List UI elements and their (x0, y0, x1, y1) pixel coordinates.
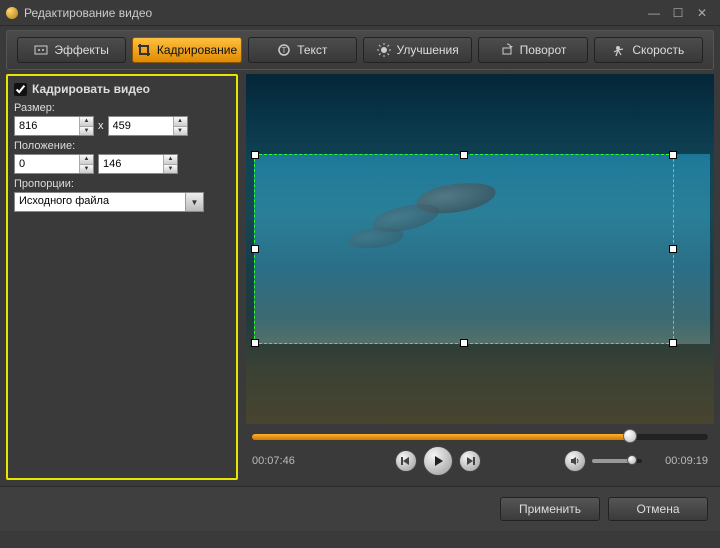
titlebar: Редактирование видео — ☐ ✕ (0, 0, 720, 26)
tab-effects[interactable]: Эффекты (17, 37, 126, 63)
next-button[interactable] (459, 450, 481, 472)
maximize-button[interactable]: ☐ (666, 6, 690, 20)
volume-icon (570, 456, 580, 466)
seek-track[interactable] (252, 434, 708, 440)
size-height-input[interactable] (109, 117, 173, 135)
tab-label: Улучшения (397, 43, 459, 57)
pos-x-spinner[interactable]: ▲▼ (14, 154, 94, 174)
volume-fill (592, 459, 632, 463)
time-current: 00:07:46 (252, 455, 312, 467)
close-button[interactable]: ✕ (690, 6, 714, 20)
play-button[interactable] (423, 446, 453, 476)
minimize-button[interactable]: — (642, 6, 666, 20)
enhance-icon (377, 43, 391, 57)
tab-label: Эффекты (54, 43, 109, 57)
crop-icon (137, 43, 151, 57)
crop-dim (710, 154, 714, 344)
crop-panel: Кадрировать видео Размер: ▲▼ x ▲▼ Положе… (6, 74, 238, 480)
window-title: Редактирование видео (24, 6, 642, 20)
spin-down-icon[interactable]: ▼ (174, 127, 187, 136)
volume-thumb[interactable] (627, 455, 637, 465)
chevron-down-icon[interactable]: ▼ (185, 193, 203, 211)
apply-button[interactable]: Применить (500, 497, 600, 521)
size-width-spinner[interactable]: ▲▼ (14, 116, 94, 136)
crop-dim (246, 74, 714, 154)
timeline: 00:07:46 (246, 424, 714, 480)
tab-enhance[interactable]: Улучшения (363, 37, 472, 63)
spin-up-icon[interactable]: ▲ (174, 117, 187, 127)
video-preview[interactable] (246, 74, 714, 424)
prev-button[interactable] (395, 450, 417, 472)
spin-up-icon[interactable]: ▲ (164, 155, 177, 165)
spin-down-icon[interactable]: ▼ (80, 165, 93, 174)
crop-handle-tr[interactable] (669, 151, 677, 159)
skip-forward-icon (465, 456, 475, 466)
app-icon (6, 7, 18, 19)
position-label: Положение: (14, 140, 230, 152)
size-label: Размер: (14, 102, 230, 114)
crop-enable-label: Кадрировать видео (32, 82, 150, 96)
skip-back-icon (401, 456, 411, 466)
crop-dim (246, 344, 714, 424)
spin-up-icon[interactable]: ▲ (80, 155, 93, 165)
pos-x-input[interactable] (15, 155, 79, 173)
tab-bar: Эффекты Кадрирование T Текст Улучшения П… (6, 30, 714, 70)
size-height-spinner[interactable]: ▲▼ (108, 116, 188, 136)
play-icon (432, 455, 444, 467)
pos-y-input[interactable] (99, 155, 163, 173)
ratio-combobox[interactable]: Исходного файла ▼ (14, 192, 204, 212)
crop-enable-checkbox[interactable] (14, 83, 27, 96)
crop-handle-bm[interactable] (460, 339, 468, 347)
svg-text:T: T (282, 46, 287, 55)
tab-label: Кадрирование (157, 43, 237, 57)
tab-text[interactable]: T Текст (248, 37, 357, 63)
crop-handle-tl[interactable] (251, 151, 259, 159)
cancel-button[interactable]: Отмена (608, 497, 708, 521)
tab-rotate[interactable]: Поворот (478, 37, 587, 63)
crop-handle-tm[interactable] (460, 151, 468, 159)
ratio-value: Исходного файла (15, 193, 185, 211)
tab-label: Скорость (632, 43, 684, 57)
crop-handle-bl[interactable] (251, 339, 259, 347)
effects-icon (34, 43, 48, 57)
tab-speed[interactable]: Скорость (594, 37, 703, 63)
text-icon: T (277, 43, 291, 57)
crop-selection[interactable] (254, 154, 674, 344)
seek-thumb[interactable] (623, 429, 637, 443)
spin-up-icon[interactable]: ▲ (80, 117, 93, 127)
footer: Применить Отмена (0, 486, 720, 531)
tab-label: Текст (297, 43, 327, 57)
time-total: 00:09:19 (648, 455, 708, 467)
tab-crop[interactable]: Кадрирование (132, 37, 241, 63)
ratio-label: Пропорции: (14, 178, 230, 190)
crop-handle-ml[interactable] (251, 245, 259, 253)
crop-handle-mr[interactable] (669, 245, 677, 253)
size-separator: x (98, 120, 104, 132)
pos-y-spinner[interactable]: ▲▼ (98, 154, 178, 174)
volume-slider[interactable] (592, 459, 642, 463)
rotate-icon (500, 43, 514, 57)
seek-progress (252, 434, 630, 440)
crop-handle-br[interactable] (669, 339, 677, 347)
volume-button[interactable] (564, 450, 586, 472)
size-width-input[interactable] (15, 117, 79, 135)
spin-down-icon[interactable]: ▼ (80, 127, 93, 136)
spin-down-icon[interactable]: ▼ (164, 165, 177, 174)
speed-icon (612, 43, 626, 57)
tab-label: Поворот (520, 43, 567, 57)
